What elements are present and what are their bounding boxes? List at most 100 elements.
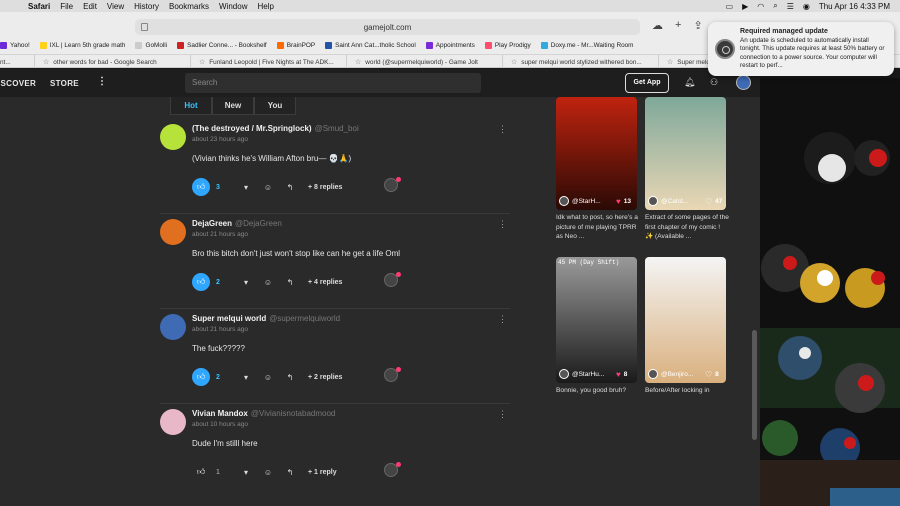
bookmark-item[interactable]: Saint Ann Cat...tholic School xyxy=(325,42,416,49)
feed-user-name[interactable]: @Benjiro... xyxy=(661,371,703,378)
bookmark-item[interactable]: Doxy.me - Mr...Waiting Room xyxy=(540,42,634,49)
feed-card[interactable]: 45 PM (Day Shift) @StarHu... ♥ 8 xyxy=(556,257,637,383)
like-button[interactable]: 👍︎ xyxy=(192,463,210,481)
bookmark-item[interactable]: Play Prodigy xyxy=(484,42,531,49)
browser-tab[interactable]: ☆ other words for bad - Google Search xyxy=(35,55,191,68)
comment-more-icon[interactable]: ⋮ xyxy=(498,219,507,230)
browser-tab[interactable]: ☆ super melqui world stylized withered bo… xyxy=(503,55,659,68)
bell-icon[interactable]: 🔔︎ xyxy=(684,77,695,88)
feed-card-caption[interactable]: Extract of some pages of the first chapt… xyxy=(645,213,729,242)
reply-icon[interactable]: ↰ xyxy=(284,183,296,192)
tab-new[interactable]: New xyxy=(212,97,254,115)
bookmark-item[interactable]: Appointments xyxy=(425,42,475,49)
search-icon[interactable]: ⌕ xyxy=(773,1,777,11)
commenter-avatar[interactable] xyxy=(160,409,186,435)
bookmark-item[interactable]: IXL | Learn 5th grade math xyxy=(39,42,125,49)
commenter-handle[interactable]: @Smud_boi xyxy=(315,124,359,133)
menu-view[interactable]: View xyxy=(107,2,124,11)
commenter-name[interactable]: (The destroyed / Mr.Springlock) xyxy=(192,124,312,133)
sticker-icon[interactable]: ☺ xyxy=(262,373,274,382)
heart-icon[interactable]: ♥ xyxy=(616,370,621,379)
commenter-handle[interactable]: @supermelquiworld xyxy=(269,314,340,323)
browser-tab[interactable]: ☆ world (@supermelquiworld) - Game Jolt xyxy=(347,55,503,68)
friends-icon[interactable]: ⚇ xyxy=(710,77,718,88)
bookmark-item[interactable]: GoMolli xyxy=(135,42,167,49)
menu-edit[interactable]: Edit xyxy=(83,2,97,11)
commenter-avatar[interactable] xyxy=(160,219,186,245)
feed-user-avatar[interactable] xyxy=(559,369,569,379)
address-bar[interactable]: gamejolt.com xyxy=(135,19,640,35)
reply-icon[interactable]: ↰ xyxy=(284,278,296,287)
comment-more-icon[interactable]: ⋮ xyxy=(498,314,507,325)
browser-tab[interactable]: nt... xyxy=(0,55,35,68)
bookmark-item[interactable]: Sadlier Conne... - Bookshelf xyxy=(177,42,267,49)
feed-card[interactable]: @Benjiro... ♡ 8 xyxy=(645,257,726,383)
replies-link[interactable]: + 4 replies xyxy=(308,279,342,286)
replies-link[interactable]: + 8 replies xyxy=(308,184,342,191)
menu-bookmarks[interactable]: Bookmarks xyxy=(169,2,209,11)
feed-user-avatar[interactable] xyxy=(559,196,569,206)
commenter-name[interactable]: Vivian Mandox xyxy=(192,409,248,418)
dislike-icon[interactable]: ▾ xyxy=(240,468,252,477)
update-notification[interactable]: Required managed update An update is sch… xyxy=(708,22,894,76)
menu-help[interactable]: Help xyxy=(257,2,273,11)
control-center-icon[interactable]: ☰ xyxy=(787,2,794,11)
commenter-handle[interactable]: @Vivianisnotabadmood xyxy=(251,409,335,418)
comment-time[interactable]: about 23 hours ago xyxy=(192,136,248,143)
nav-store[interactable]: STORE xyxy=(50,79,79,88)
replies-link[interactable]: + 1 reply xyxy=(308,469,337,476)
get-app-button[interactable]: Get App xyxy=(625,73,669,93)
reply-avatar[interactable] xyxy=(384,177,401,192)
comment-time[interactable]: about 21 hours ago xyxy=(192,326,248,333)
feed-user-name[interactable]: @StarH... xyxy=(572,198,614,205)
feed-user-name[interactable]: @StarHu... xyxy=(572,371,614,378)
new-tab-icon[interactable]: + xyxy=(675,19,681,32)
nav-more-icon[interactable]: ⋮ xyxy=(97,76,107,87)
feed-card-caption[interactable]: Idk what to post, so here's a picture of… xyxy=(556,213,640,242)
feed-user-avatar[interactable] xyxy=(648,369,658,379)
menu-history[interactable]: History xyxy=(134,2,159,11)
sticker-icon[interactable]: ☺ xyxy=(262,183,274,192)
sticker-icon[interactable]: ☺ xyxy=(262,278,274,287)
reply-avatar[interactable] xyxy=(384,272,401,287)
sticker-icon[interactable]: ☺ xyxy=(262,468,274,477)
bookmark-item[interactable]: BrainPOP xyxy=(276,42,315,49)
menu-app[interactable]: Safari xyxy=(28,2,50,11)
comment-more-icon[interactable]: ⋮ xyxy=(498,409,507,420)
replies-link[interactable]: + 2 replies xyxy=(308,374,342,381)
tab-hot[interactable]: Hot xyxy=(170,97,212,115)
menu-window[interactable]: Window xyxy=(219,2,247,11)
comment-more-icon[interactable]: ⋮ xyxy=(498,124,507,135)
feed-user-name[interactable]: @Catst... xyxy=(661,198,703,205)
comment-time[interactable]: about 21 hours ago xyxy=(192,231,248,238)
reply-icon[interactable]: ↰ xyxy=(284,373,296,382)
feed-card-caption[interactable]: Bonnie, you good bruh? xyxy=(556,386,640,396)
tab-you[interactable]: You xyxy=(254,97,296,115)
cloud-icon[interactable]: ☁ xyxy=(652,19,663,32)
commenter-handle[interactable]: @DejaGreen xyxy=(235,219,282,228)
feed-card[interactable]: @StarH... ♥ 13 xyxy=(556,97,637,210)
dislike-icon[interactable]: ▾ xyxy=(240,278,252,287)
battery-icon[interactable]: ▭ xyxy=(726,2,734,11)
comment-time[interactable]: about 10 hours ago xyxy=(192,421,248,428)
heart-icon[interactable]: ♥ xyxy=(616,197,621,206)
commenter-name[interactable]: Super melqui world xyxy=(192,314,266,323)
wifi-icon[interactable]: ◠ xyxy=(757,2,764,11)
siri-icon[interactable]: ◉ xyxy=(803,2,810,11)
scrollbar[interactable] xyxy=(752,330,757,440)
dislike-icon[interactable]: ▾ xyxy=(240,183,252,192)
feed-card[interactable]: @Catst... ♡ 47 xyxy=(645,97,726,210)
reply-icon[interactable]: ↰ xyxy=(284,468,296,477)
play-icon[interactable]: ▶ xyxy=(742,2,748,11)
heart-icon[interactable]: ♡ xyxy=(705,370,712,379)
user-avatar[interactable] xyxy=(736,75,751,90)
commenter-name[interactable]: DejaGreen xyxy=(192,219,232,228)
commenter-avatar[interactable] xyxy=(160,124,186,150)
like-button[interactable]: 👍︎ xyxy=(192,273,210,291)
reply-avatar[interactable] xyxy=(384,367,401,382)
like-button[interactable]: 👍︎ xyxy=(192,178,210,196)
like-button[interactable]: 👍︎ xyxy=(192,368,210,386)
share-icon[interactable]: ⇪ xyxy=(693,19,702,32)
heart-icon[interactable]: ♡ xyxy=(705,197,712,206)
search-input[interactable]: Search xyxy=(185,73,481,93)
